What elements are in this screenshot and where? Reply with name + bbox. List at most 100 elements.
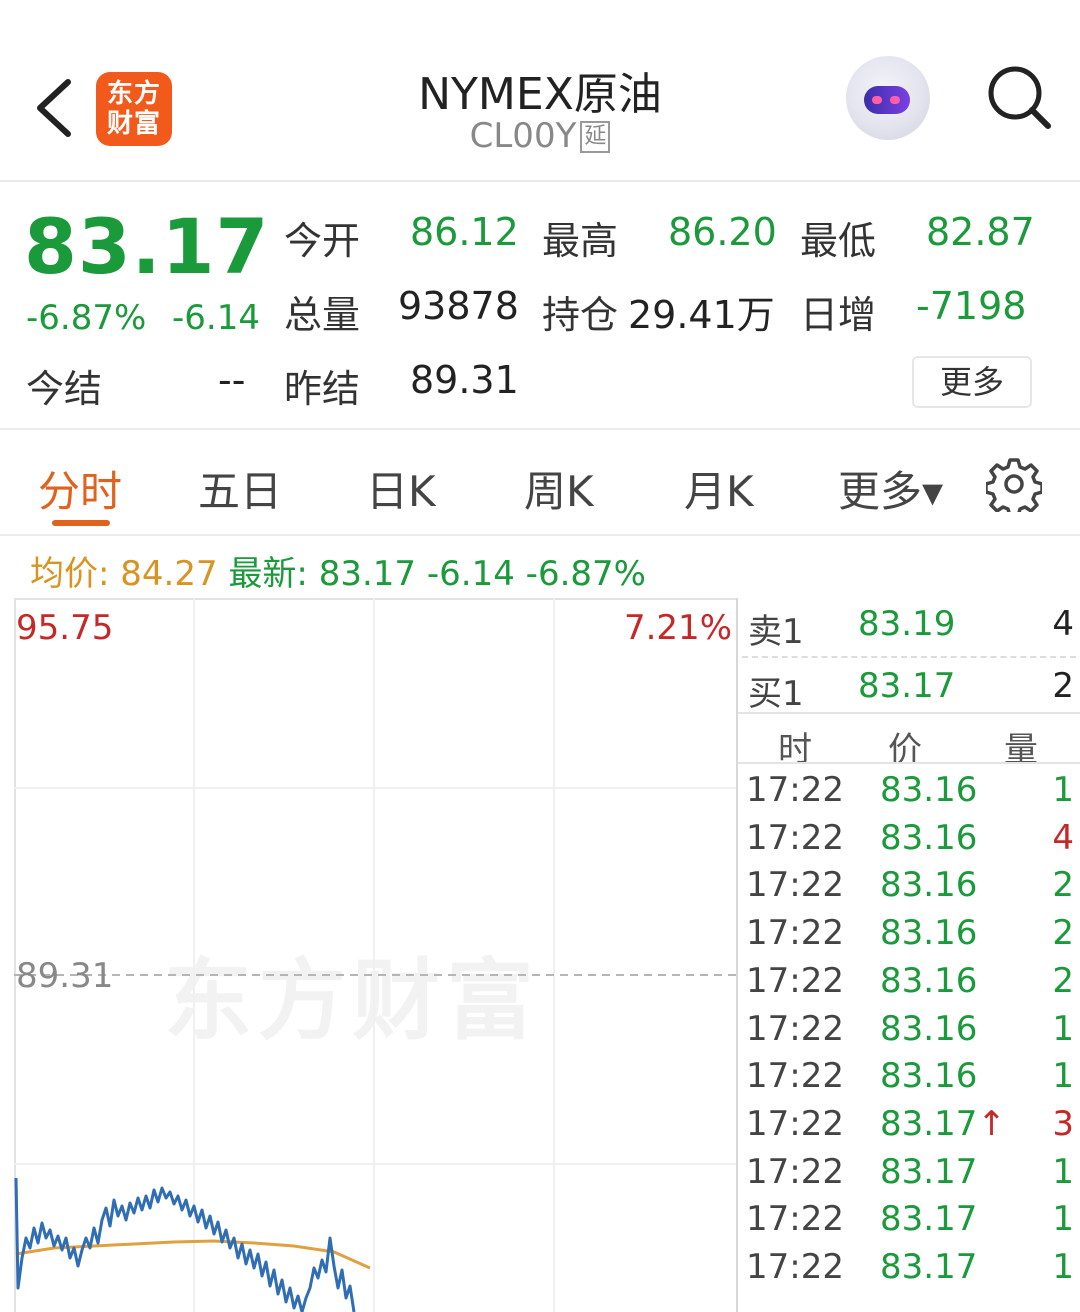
tick-price: 83.16 [880, 913, 977, 953]
orderbook-separator [738, 712, 1080, 714]
prev-settle-label: 昨结 [284, 367, 361, 411]
daily-increase-label: 日增 [800, 293, 877, 337]
tick-row: 17:22 83.16 1 [738, 770, 1080, 818]
instrument-code: CL00Y [469, 116, 577, 156]
tick-price: 83.17 [880, 1247, 977, 1287]
tick-time: 17:22 [746, 1103, 844, 1144]
robot-avatar-icon[interactable] [846, 56, 930, 140]
tick-price-value: 83.17 [880, 1199, 978, 1240]
open-interest-value: 29.41万 [628, 293, 775, 337]
tick-price-value: 83.16 [880, 817, 978, 858]
tab-intraday[interactable]: 分时 [38, 458, 122, 519]
tick-time: 17:22 [746, 865, 844, 906]
tick-time: 17:22 [746, 1199, 844, 1240]
tab-weekly-k[interactable]: 周K [524, 458, 594, 519]
tab-more[interactable]: 更多▾ [838, 458, 943, 519]
tick-price: 83.16 [880, 1056, 977, 1096]
chart-ref-price: 89.31 [16, 956, 114, 996]
tick-price: 83.16 [880, 770, 977, 810]
tick-row: 17:22 83.16 1 [738, 1056, 1080, 1104]
tick-price: 83.16 [880, 818, 977, 858]
tab-five-day[interactable]: 五日 [198, 458, 282, 519]
intraday-chart[interactable]: 东方财富 95.75 7.21% 89.31 [14, 598, 736, 1312]
tick-price-value: 83.16 [880, 1056, 978, 1097]
tick-volume: 1 [1052, 1199, 1074, 1240]
tick-price-value: 83.16 [880, 960, 978, 1001]
tick-time: 17:22 [746, 1008, 844, 1049]
chart-top-percent: 7.21% [623, 608, 732, 648]
tick-row: 17:22 83.17 1 [738, 1199, 1080, 1247]
orderbook-divider [742, 656, 1076, 658]
avg-price-label: 均价: [30, 554, 110, 594]
tick-volume: 2 [1052, 865, 1074, 906]
high-label: 最高 [542, 219, 619, 263]
chart-top-price: 95.75 [16, 608, 114, 648]
tick-row: 17:22 83.17↑ 3 [738, 1104, 1080, 1152]
tick-price: 83.17↑ [880, 1104, 1006, 1144]
robot-visor [864, 86, 910, 114]
tick-price: 83.17 [880, 1152, 977, 1192]
high-value: 86.20 [668, 210, 777, 254]
tick-time: 17:22 [746, 960, 844, 1001]
open-label: 今开 [284, 219, 361, 263]
tick-row: 17:22 83.17 1 [738, 1247, 1080, 1295]
sell-1-price: 83.19 [858, 604, 956, 644]
ticks-header-divider [738, 762, 1080, 764]
tick-price-value: 83.17 [880, 1151, 978, 1192]
tick-price-value: 83.16 [880, 913, 978, 954]
tick-price-value: 83.17 [880, 1247, 978, 1287]
tick-row: 17:22 83.16 4 [738, 818, 1080, 866]
price-line [14, 1177, 356, 1312]
latest-price-label: 最新: [228, 554, 308, 594]
top-bar: 东方 财富 NYMEX原油 CL00Y 延 [0, 0, 1080, 182]
ticks-header: 时 价 量 [738, 716, 1080, 776]
latest-change-percent: -6.87% [525, 554, 646, 594]
tick-volume: 2 [1052, 913, 1074, 954]
tab-daily-k[interactable]: 日K [366, 458, 436, 519]
search-button[interactable] [984, 62, 1054, 132]
tick-volume: 1 [1052, 1056, 1074, 1097]
tick-volume: 1 [1052, 1008, 1074, 1049]
tick-volume: 1 [1052, 1247, 1074, 1287]
order-book-panel: 卖1 83.19 4 买1 83.17 2 时 价 量 17:22 83.16 1 1… [736, 598, 1080, 1312]
tick-row: 17:22 83.17 1 [738, 1152, 1080, 1200]
up-arrow-icon: ↑ [977, 1103, 1006, 1144]
latest-change-value: -6.14 [426, 554, 515, 594]
tick-time: 17:22 [746, 913, 844, 954]
tick-price-value: 83.17 [880, 1103, 978, 1144]
tick-price-value: 83.16 [880, 1008, 978, 1049]
more-quote-button[interactable]: 更多 [912, 356, 1032, 408]
buy-1-volume: 2 [1052, 666, 1074, 706]
tick-time: 17:22 [746, 1151, 844, 1192]
tick-price-value: 83.16 [880, 770, 978, 810]
tick-time: 17:22 [746, 1247, 844, 1287]
tick-time: 17:22 [746, 817, 844, 858]
tick-row: 17:22 83.16 2 [738, 865, 1080, 913]
tab-monthly-k[interactable]: 月K [684, 458, 754, 519]
sell-1-label: 卖1 [748, 612, 804, 652]
tick-row: 17:22 83.16 2 [738, 913, 1080, 961]
intraday-chart-svg [14, 598, 736, 1312]
tick-volume: 3 [1052, 1103, 1074, 1144]
chart-period-tabs: 分时 五日 日K 周K 月K 更多▾ [0, 432, 1080, 536]
search-icon [988, 66, 1051, 129]
buy-1-row: 买1 83.17 2 [738, 660, 1080, 720]
chart-settings-button[interactable] [984, 456, 1044, 518]
buy-1-label: 买1 [748, 674, 804, 714]
low-label: 最低 [800, 219, 877, 263]
settle-label: 今结 [26, 367, 103, 411]
sell-1-row: 卖1 83.19 4 [738, 598, 1080, 658]
tick-volume: 1 [1052, 770, 1074, 810]
tick-volume: 1 [1052, 1151, 1074, 1192]
tick-price: 83.17 [880, 1199, 977, 1239]
daily-increase-value: -7198 [916, 284, 1027, 328]
robot-eye-right [890, 96, 900, 104]
buy-1-price: 83.17 [858, 666, 956, 706]
tick-price-value: 83.16 [880, 865, 978, 906]
price-summary-line: 均价: 84.27 最新: 83.17 -6.14 -6.87% [30, 546, 646, 595]
open-interest-label: 持仓 [542, 293, 619, 337]
prev-settle-value: 89.31 [410, 358, 519, 402]
robot-eye-left [872, 96, 882, 104]
tick-time: 17:22 [746, 1056, 844, 1097]
volume-value: 93878 [398, 284, 519, 328]
